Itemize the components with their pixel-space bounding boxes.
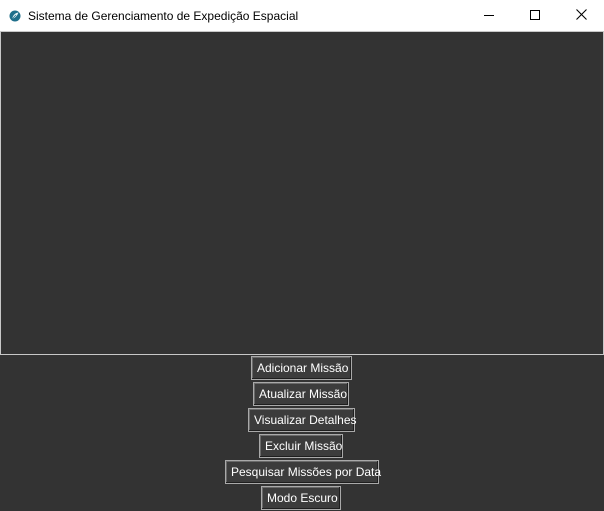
dark-mode-button[interactable]: Modo Escuro [261,486,341,510]
maximize-icon [530,7,540,25]
delete-mission-button[interactable]: Excluir Missão [259,434,343,458]
title-bar[interactable]: Sistema de Gerenciamento de Expedição Es… [0,0,604,31]
minimize-button[interactable] [466,0,512,31]
view-details-button[interactable]: Visualizar Detalhes [248,408,357,432]
update-mission-button[interactable]: Atualizar Missão [253,382,349,406]
app-window: Sistema de Gerenciamento de Expedição Es… [0,0,604,511]
close-icon [575,7,587,25]
add-mission-button[interactable]: Adicionar Missão [251,356,352,380]
search-missions-by-date-button[interactable]: Pesquisar Missões por Data [225,460,381,484]
actions-panel: Adicionar Missão Atualizar Missão Visual… [0,355,604,511]
window-title: Sistema de Gerenciamento de Expedição Es… [28,8,299,23]
minimize-icon [484,7,494,25]
close-button[interactable] [558,0,604,31]
feather-app-icon [9,10,21,22]
missions-list[interactable] [0,31,604,355]
window-controls [466,0,604,31]
maximize-button[interactable] [512,0,558,31]
